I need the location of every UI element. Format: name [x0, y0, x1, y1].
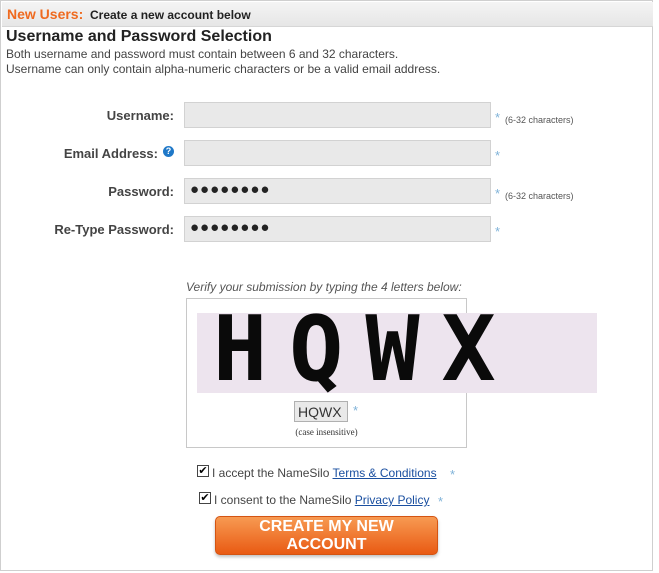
captcha-required-icon: * — [353, 403, 359, 418]
captcha-case-note: (case insensitive) — [295, 427, 358, 437]
section-description-1: Both username and password must contain … — [6, 47, 399, 61]
help-icon[interactable]: ? — [163, 146, 174, 157]
password-label: Password: — [108, 184, 174, 199]
captcha-box: HQWX * (case insensitive) — [186, 298, 597, 448]
terms-text: I accept the NameSilo Terms & Conditions — [212, 466, 437, 480]
captcha-input[interactable] — [294, 401, 348, 422]
section-description-2: Username can only contain alpha-numeric … — [6, 62, 441, 76]
terms-checkbox[interactable]: ✔ — [197, 465, 209, 477]
username-required-icon: * — [495, 110, 501, 125]
captcha-image: HQWX — [197, 313, 597, 393]
username-label: Username: — [106, 108, 174, 123]
email-label: Email Address: — [63, 146, 158, 161]
username-input[interactable] — [184, 102, 491, 128]
privacy-link[interactable]: Privacy Policy — [355, 493, 430, 507]
privacy-text: I consent to the NameSilo Privacy Policy — [214, 493, 429, 507]
retype-password-label: Re-Type Password: — [54, 222, 174, 237]
header-subtitle: Create a new account below — [90, 8, 251, 22]
password-required-icon: * — [495, 186, 501, 201]
password-input[interactable]: ●●●●●●●● — [184, 178, 491, 204]
retype-password-input[interactable]: ●●●●●●●● — [184, 216, 491, 242]
panel-header: New Users: Create a new account below — [2, 2, 653, 27]
captcha-image-text: HQWX — [213, 313, 518, 393]
retype-required-icon: * — [495, 224, 501, 239]
create-account-button[interactable]: CREATE MY NEW ACCOUNT — [215, 516, 438, 555]
username-length-note: (6-32 characters) — [505, 115, 574, 125]
section-title: Username and Password Selection — [6, 28, 272, 45]
password-length-note: (6-32 characters) — [505, 191, 574, 201]
terms-required-icon: * — [450, 467, 456, 482]
terms-link[interactable]: Terms & Conditions — [333, 466, 437, 480]
privacy-checkbox[interactable]: ✔ — [199, 492, 211, 504]
privacy-required-icon: * — [438, 494, 444, 509]
email-required-icon: * — [495, 148, 501, 163]
new-users-heading: New Users: — [7, 6, 84, 22]
captcha-instruction: Verify your submission by typing the 4 l… — [186, 280, 462, 294]
email-input[interactable] — [184, 140, 491, 166]
privacy-prefix: I consent to the NameSilo — [214, 493, 352, 507]
terms-prefix: I accept the NameSilo — [212, 466, 330, 480]
